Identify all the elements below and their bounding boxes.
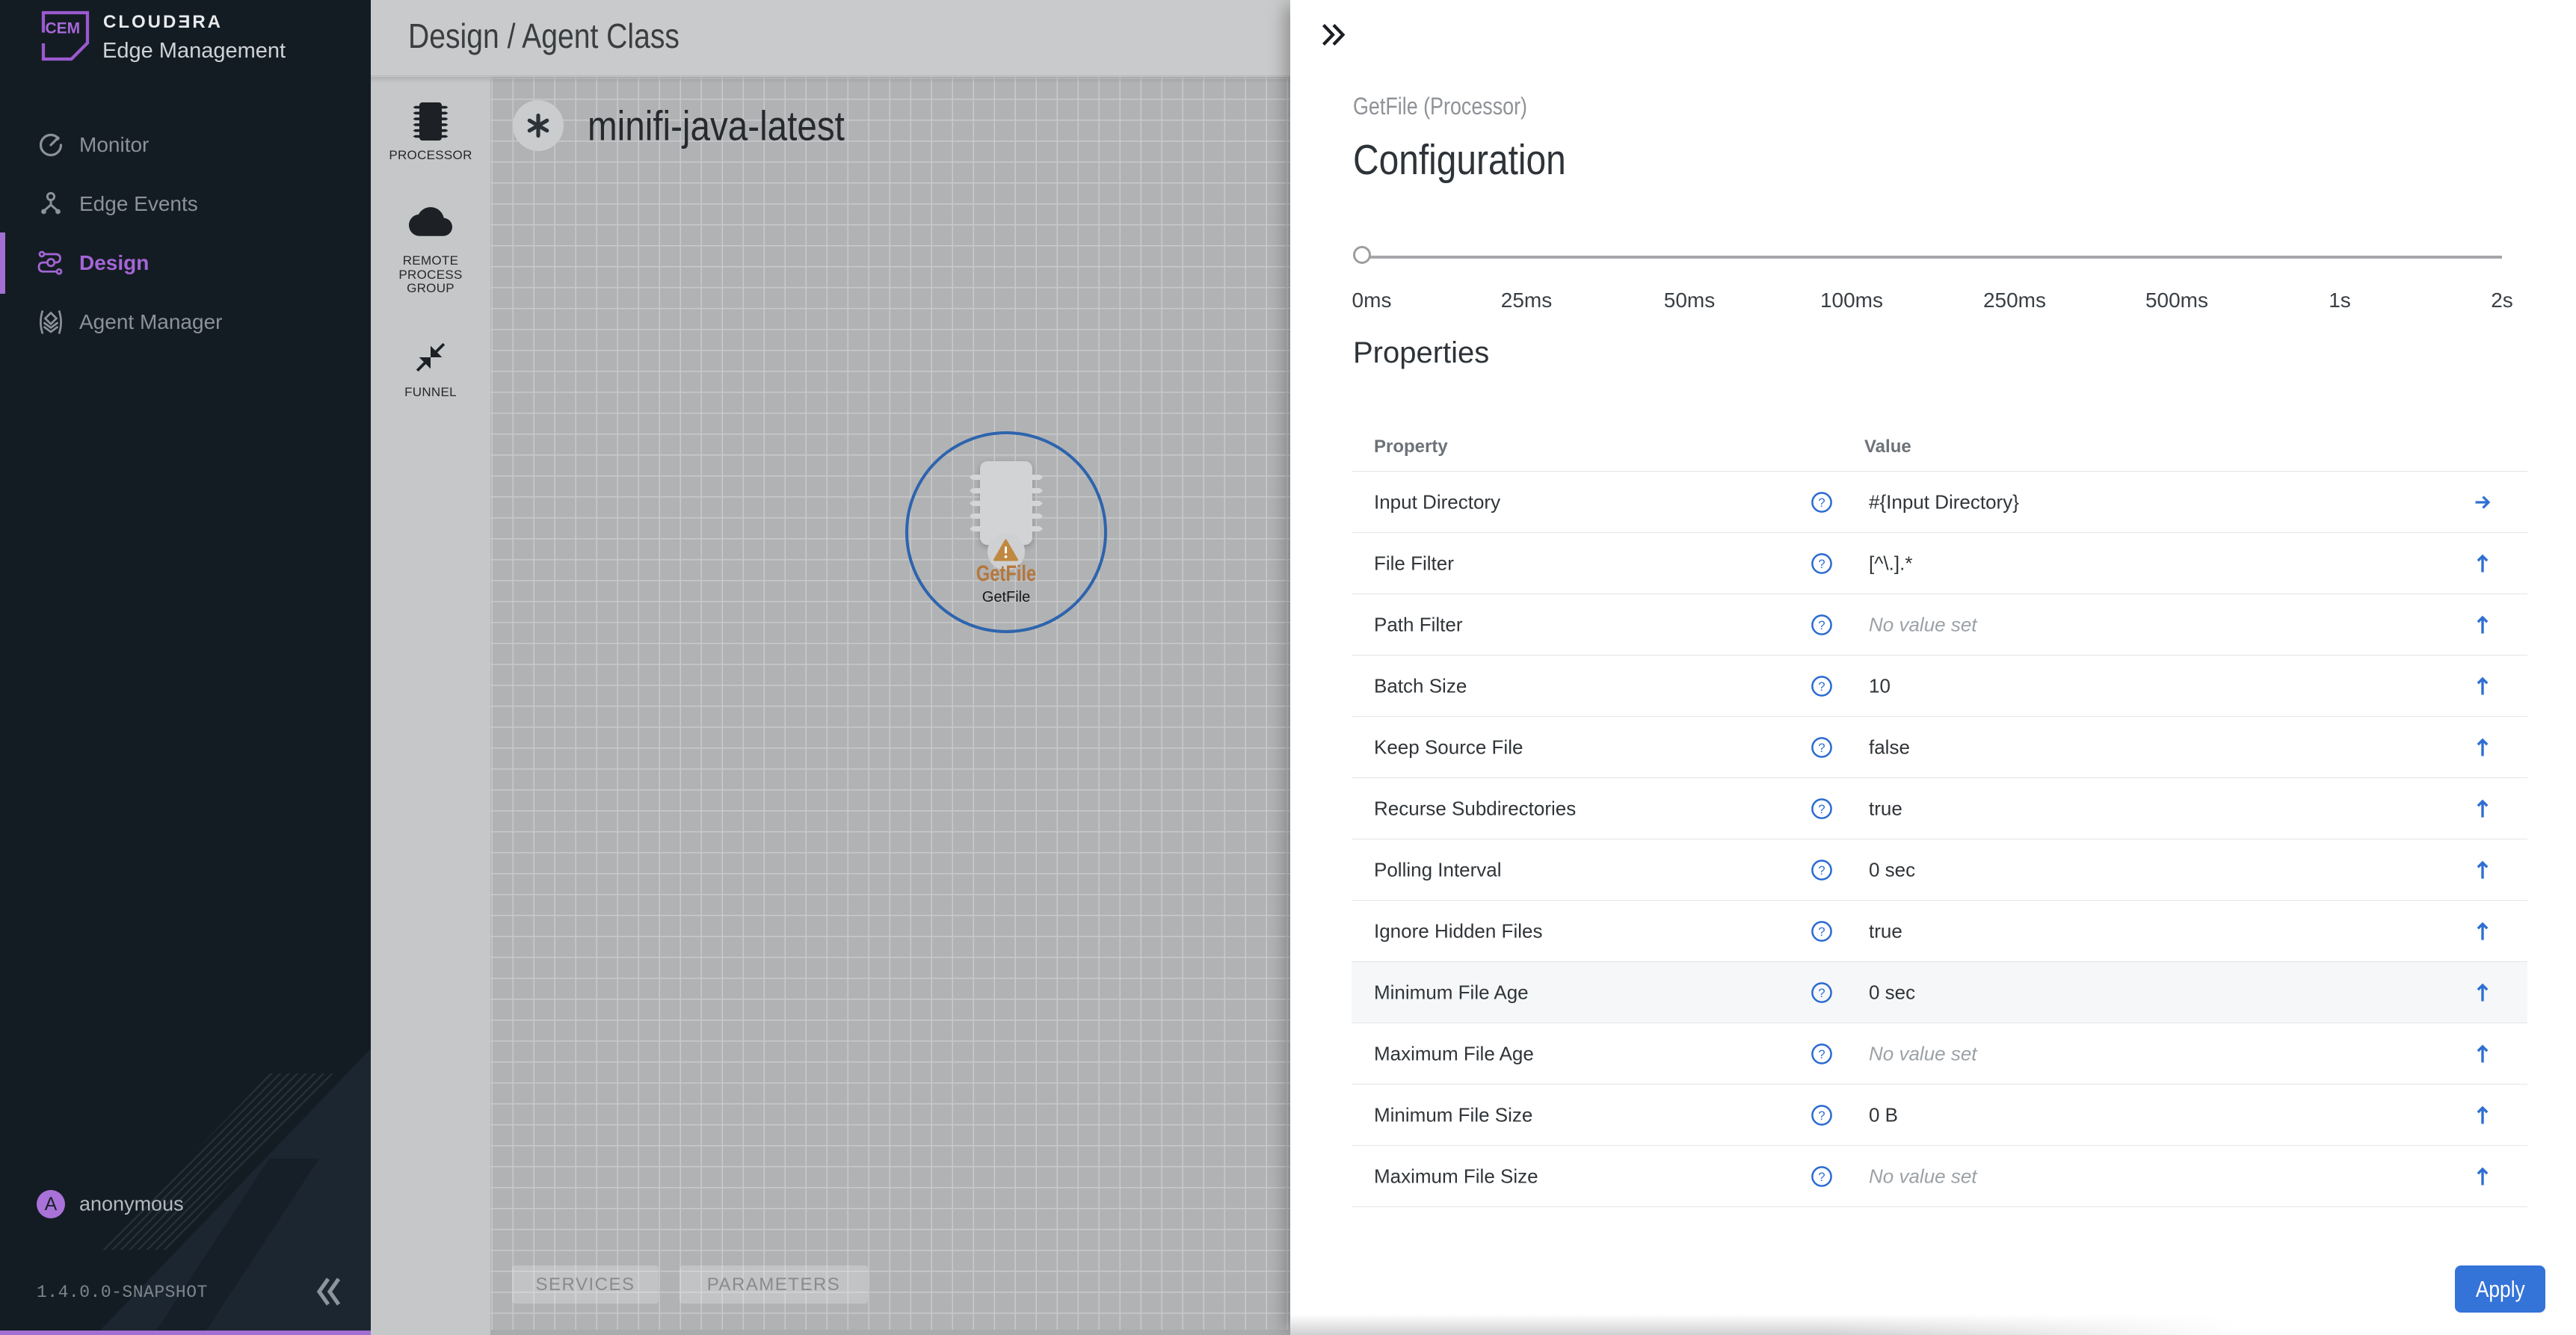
svg-text:?: ? [1818, 803, 1825, 816]
svg-text:CEM: CEM [46, 20, 81, 37]
svg-text:?: ? [1818, 680, 1825, 694]
svg-text:?: ? [1818, 1109, 1825, 1123]
svg-text:?: ? [1818, 864, 1825, 878]
svg-text:?: ? [1818, 925, 1825, 939]
svg-text:?: ? [1818, 619, 1825, 632]
svg-text:?: ? [1818, 558, 1825, 571]
svg-text:?: ? [1818, 1048, 1825, 1061]
svg-text:?: ? [1818, 1171, 1825, 1184]
svg-text:?: ? [1818, 496, 1825, 510]
svg-text:?: ? [1818, 742, 1825, 755]
svg-text:?: ? [1818, 987, 1825, 1000]
